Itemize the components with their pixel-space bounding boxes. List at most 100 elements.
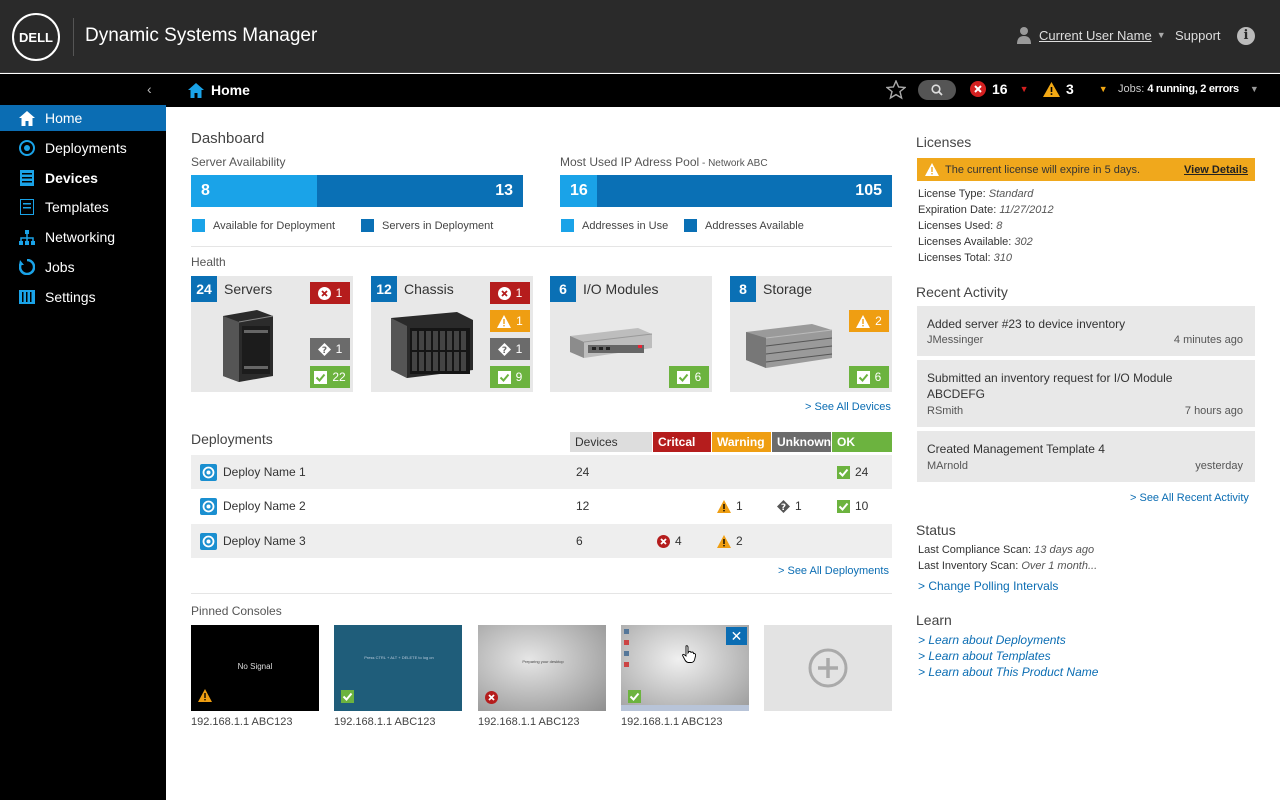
jobs-label: Jobs: bbox=[1118, 83, 1145, 95]
ok-value: 24 bbox=[855, 465, 869, 479]
deployments-icon bbox=[18, 140, 36, 156]
see-all-devices-link[interactable]: > See All Devices bbox=[805, 401, 891, 413]
table-row[interactable]: Deploy Name 3 6 4 2 bbox=[191, 524, 892, 558]
collapse-sidebar-icon[interactable]: ‹ bbox=[147, 81, 152, 97]
storage-image bbox=[746, 324, 833, 368]
devices-cell: 6 bbox=[576, 534, 583, 548]
learn-product-link[interactable]: > Learn about This Product Name bbox=[918, 665, 1098, 679]
sidebar-item-templates[interactable]: Templates bbox=[0, 194, 166, 220]
unknown-badge[interactable]: ? 1 bbox=[310, 338, 350, 360]
learn-templates-link[interactable]: > Learn about Templates bbox=[918, 649, 1051, 663]
console-caption: 192.168.1.1 ABC123 bbox=[621, 716, 723, 728]
critical-badge[interactable]: 1 bbox=[490, 282, 530, 304]
user-name-link[interactable]: Current User Name bbox=[1039, 28, 1152, 43]
see-all-activity-link[interactable]: > See All Recent Activity bbox=[1130, 492, 1249, 504]
ok-badge[interactable]: 9 bbox=[490, 366, 530, 388]
ip-pool-title: Most Used IP Adress Pool - Network ABC bbox=[560, 155, 768, 169]
ok-badge[interactable]: 6 bbox=[849, 366, 889, 388]
ok-badge[interactable]: 6 bbox=[669, 366, 709, 388]
activity-item[interactable]: Added server #23 to device inventory JMe… bbox=[917, 306, 1255, 356]
activity-item[interactable]: Submitted an inventory request for I/O M… bbox=[917, 360, 1255, 427]
health-card-io-modules[interactable]: 6 I/O Modules 6 bbox=[550, 276, 712, 392]
health-card-storage[interactable]: 8 Storage 2 6 bbox=[730, 276, 892, 392]
check-icon bbox=[341, 690, 354, 703]
learn-deployments-link[interactable]: > Learn about Deployments bbox=[918, 633, 1066, 647]
sidebar-item-networking[interactable]: Networking bbox=[0, 224, 166, 250]
warning-icon bbox=[925, 163, 939, 176]
label: License Type: bbox=[918, 188, 989, 200]
see-all-deployments-link[interactable]: > See All Deployments bbox=[778, 565, 889, 577]
licenses-title: Licenses bbox=[916, 134, 972, 150]
ip-pool-bar[interactable]: 16 105 bbox=[560, 175, 892, 207]
view-details-link[interactable]: View Details bbox=[1184, 164, 1248, 176]
devices-icon bbox=[18, 170, 36, 186]
unknown-badge[interactable]: ? 1 bbox=[490, 338, 530, 360]
devices-cell: 24 bbox=[576, 465, 590, 479]
column-header-unknown[interactable]: Unknown bbox=[772, 432, 831, 452]
search-button[interactable] bbox=[918, 80, 956, 100]
warning-badge[interactable]: 1 bbox=[490, 310, 530, 332]
activity-item[interactable]: Created Management Template 4 MArnold ye… bbox=[917, 431, 1255, 482]
support-link[interactable]: Support bbox=[1175, 28, 1221, 43]
availability-title: Server Availability bbox=[191, 155, 286, 169]
dashboard-title: Dashboard bbox=[191, 130, 265, 147]
column-header-devices[interactable]: Devices bbox=[570, 432, 652, 452]
unknown-icon: ? bbox=[497, 342, 511, 356]
logo-divider bbox=[73, 18, 74, 56]
addresses-available-value: 105 bbox=[855, 182, 882, 199]
availability-bar[interactable]: 8 13 bbox=[191, 175, 523, 207]
deployment-name[interactable]: Deploy Name 1 bbox=[223, 465, 306, 479]
critical-value: 1 bbox=[335, 286, 343, 300]
check-icon bbox=[314, 370, 328, 384]
jobs-status[interactable]: Jobs: 4 running, 2 errors ▼ bbox=[1118, 83, 1259, 95]
unknown-icon: ? bbox=[777, 499, 790, 513]
warning-badge[interactable]: 2 bbox=[849, 310, 889, 332]
table-row[interactable]: Deploy Name 2 12 1 ? 1 10 bbox=[191, 489, 892, 523]
console-thumbnail[interactable]: Press CTRL + ALT + DELETE to log on bbox=[334, 625, 462, 711]
chassis-image bbox=[391, 312, 473, 378]
info-icon[interactable]: i bbox=[1237, 27, 1255, 45]
column-header-warning[interactable]: Warning bbox=[712, 432, 771, 452]
svg-text:?: ? bbox=[322, 346, 327, 356]
jobs-icon bbox=[18, 259, 36, 275]
health-card-servers[interactable]: 24 Servers 1 ? 1 22 bbox=[191, 276, 353, 392]
dell-logo: DELL bbox=[12, 13, 60, 61]
warning-icon bbox=[1043, 81, 1060, 97]
health-card-chassis[interactable]: 12 Chassis 1 1 ? 1 9 bbox=[371, 276, 533, 392]
table-row[interactable]: Deploy Name 1 24 24 bbox=[191, 455, 892, 489]
breadcrumb[interactable]: Home bbox=[188, 82, 250, 98]
add-console-button[interactable] bbox=[764, 625, 892, 711]
critical-badge[interactable]: 1 bbox=[310, 282, 350, 304]
console-thumbnail[interactable]: Preparing your desktop bbox=[478, 625, 606, 711]
column-header-critical[interactable]: Critcal bbox=[653, 432, 711, 452]
sidebar-item-label: Deployments bbox=[45, 140, 127, 156]
change-polling-link[interactable]: > Change Polling Intervals bbox=[918, 579, 1058, 593]
console-thumbnail[interactable]: No Signal bbox=[191, 625, 319, 711]
user-menu[interactable]: Current User Name ▼ bbox=[1017, 26, 1166, 44]
sidebar-item-devices[interactable]: Devices bbox=[0, 165, 166, 191]
deployment-name[interactable]: Deploy Name 3 bbox=[223, 534, 306, 548]
sidebar-item-jobs[interactable]: Jobs bbox=[0, 254, 166, 280]
licenses-total: Licenses Total: 310 bbox=[918, 252, 1012, 264]
value: Standard bbox=[988, 188, 1034, 200]
sidebar-item-deployments[interactable]: Deployments bbox=[0, 135, 166, 161]
warning-count[interactable]: 3 ▼ bbox=[1043, 81, 1108, 97]
label: Last Inventory Scan: bbox=[918, 560, 1022, 572]
licenses-available: Licenses Available: 302 bbox=[918, 236, 1033, 248]
activity-user: RSmith bbox=[927, 405, 964, 417]
console-thumbnail[interactable]: ✕ bbox=[621, 625, 749, 711]
device-type: I/O Modules bbox=[583, 281, 659, 297]
sidebar-item-home[interactable]: Home bbox=[0, 105, 166, 131]
sidebar-item-settings[interactable]: Settings bbox=[0, 284, 166, 310]
app-title: Dynamic Systems Manager bbox=[85, 25, 318, 46]
star-icon[interactable] bbox=[886, 80, 906, 100]
sidebar: ‹ Home Deployments Devices Templates Net… bbox=[0, 74, 166, 800]
license-alert-text: The current license will expire in 5 day… bbox=[945, 163, 1141, 176]
home-icon bbox=[18, 110, 36, 126]
close-icon[interactable]: ✕ bbox=[726, 627, 747, 645]
deployment-name[interactable]: Deploy Name 2 bbox=[223, 499, 306, 513]
ok-badge[interactable]: 22 bbox=[310, 366, 350, 388]
warning-value: 1 bbox=[516, 314, 523, 328]
column-header-ok[interactable]: OK bbox=[832, 432, 892, 452]
error-count[interactable]: 16 ▼ bbox=[970, 81, 1029, 97]
